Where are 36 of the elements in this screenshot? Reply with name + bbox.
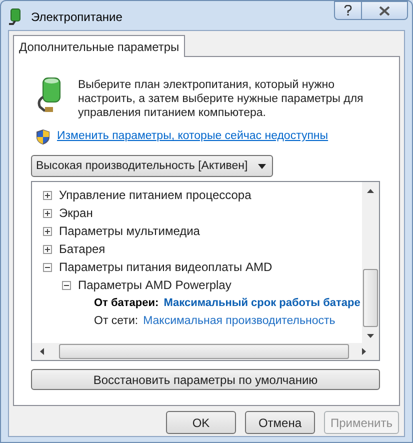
- tree-item[interactable]: Параметры AMD Powerplay: [78, 276, 232, 294]
- setting-value-link[interactable]: Максимальный срок работы батаре: [164, 295, 360, 312]
- expand-icon[interactable]: [43, 244, 52, 254]
- restore-defaults-button[interactable]: Восстановить параметры по умолчанию: [31, 369, 380, 390]
- scroll-right-icon[interactable]: [362, 348, 366, 356]
- description-text: Выберите план электропитания, который нужно настроить, а затем выберите нужные параметры для управления питанием компьютера.: [78, 78, 364, 120]
- tree-item[interactable]: Управление питанием процессора: [59, 186, 252, 204]
- tree-item[interactable]: Батарея: [59, 240, 106, 258]
- expand-icon[interactable]: [43, 190, 52, 200]
- tab[interactable]: Дополнительные параметры: [13, 35, 186, 57]
- window-title: Электропитание: [31, 9, 122, 26]
- dropdown-arrow-icon: [258, 164, 266, 169]
- help-button[interactable]: [334, 1, 362, 20]
- admin-settings-link[interactable]: Изменить параметры, которые сейчас недоступны: [57, 128, 328, 146]
- setting-value-link[interactable]: Максимальная производительность: [143, 312, 336, 330]
- tree-item[interactable]: Параметры питания видеоплаты AMD: [59, 258, 272, 276]
- scroll-down-icon[interactable]: [367, 334, 374, 338]
- scroll-left-icon[interactable]: [40, 348, 44, 356]
- help-icon: [344, 5, 352, 16]
- close-icon: [379, 6, 390, 16]
- tree-item[interactable]: Экран: [59, 204, 93, 222]
- dialog-button[interactable]: Отмена: [245, 411, 315, 434]
- dialog-button[interactable]: OK: [166, 411, 236, 434]
- expand-icon[interactable]: [43, 226, 52, 236]
- close-button[interactable]: [362, 1, 408, 20]
- plan-dropdown[interactable]: Высокая производительность [Активен]: [31, 155, 273, 178]
- collapse-icon[interactable]: [62, 280, 71, 290]
- setting-label[interactable]: От батареи:: [94, 295, 159, 312]
- setting-label[interactable]: От сети:: [94, 312, 138, 330]
- shield-icon: [36, 128, 50, 145]
- tree-item[interactable]: Параметры мультимедиа: [59, 222, 200, 240]
- scroll-thumb[interactable]: [363, 269, 378, 328]
- scroll-thumb[interactable]: [59, 344, 349, 360]
- scroll-up-icon[interactable]: [367, 189, 374, 194]
- collapse-icon[interactable]: [43, 262, 52, 272]
- expand-icon[interactable]: [43, 208, 52, 218]
